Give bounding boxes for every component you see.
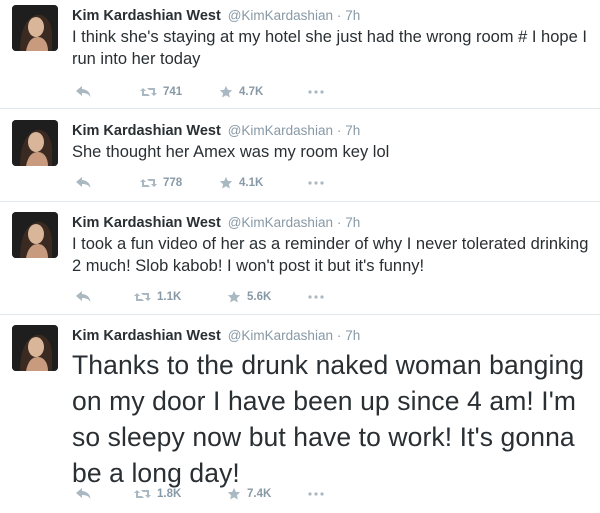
- star-icon: [219, 176, 233, 189]
- retweet-icon: [140, 179, 157, 187]
- tweet-text: She thought her Amex was my room key lol: [72, 143, 390, 161]
- more-button[interactable]: [308, 288, 324, 306]
- reply-icon: [76, 291, 91, 302]
- retweet-count: 1.8K: [157, 488, 182, 500]
- avatar[interactable]: [12, 5, 58, 51]
- separator: ·: [336, 123, 342, 138]
- tweet-text: Thanks to the drunk naked woman banging …: [72, 350, 585, 488]
- author-name[interactable]: Kim Kardashian West: [72, 8, 221, 24]
- author-handle[interactable]: @KimKardashian: [228, 215, 333, 230]
- favorite-button[interactable]: 4.1K: [219, 174, 263, 192]
- tweet-actions: 1.8K 7.4K: [72, 485, 372, 503]
- timestamp[interactable]: 7h: [345, 8, 360, 23]
- timestamp[interactable]: 7h: [345, 328, 360, 343]
- author-handle[interactable]: @KimKardashian: [228, 123, 333, 138]
- favorite-count: 4.7K: [239, 86, 264, 98]
- favorite-count: 4.1K: [239, 177, 264, 189]
- reply-button[interactable]: [76, 174, 91, 192]
- timestamp[interactable]: 7h: [345, 123, 360, 138]
- tweet-timeline: Kim Kardashian West @KimKardashian · 7h …: [0, 0, 600, 513]
- more-dots-icon: [308, 181, 324, 185]
- reply-icon: [76, 177, 91, 188]
- reply-button[interactable]: [76, 288, 91, 306]
- author-handle[interactable]: @KimKardashian: [228, 328, 333, 343]
- retweet-button[interactable]: 778: [140, 174, 182, 192]
- author-name[interactable]: Kim Kardashian West: [72, 215, 221, 231]
- favorite-count: 7.4K: [247, 488, 272, 500]
- timestamp[interactable]: 7h: [345, 215, 360, 230]
- favorite-button[interactable]: 4.7K: [219, 83, 263, 101]
- favorite-button[interactable]: 7.4K: [227, 485, 271, 503]
- tweet-actions: 1.1K 5.6K: [72, 288, 372, 306]
- retweet-icon: [134, 490, 151, 498]
- retweet-count: 1.1K: [157, 291, 182, 303]
- star-icon: [227, 290, 241, 303]
- tweet-actions: 778 4.1K: [72, 174, 372, 192]
- tweet[interactable]: Kim Kardashian West @KimKardashian · 7h …: [0, 315, 600, 513]
- more-button[interactable]: [308, 174, 324, 192]
- separator: ·: [336, 8, 342, 23]
- retweet-count: 741: [163, 86, 183, 98]
- retweet-icon: [140, 88, 157, 96]
- tweet-header: Kim Kardashian West @KimKardashian · 7h: [72, 325, 590, 345]
- more-button[interactable]: [308, 83, 324, 101]
- separator: ·: [336, 215, 342, 230]
- separator: ·: [336, 328, 342, 343]
- star-icon: [219, 85, 233, 98]
- tweet-header: Kim Kardashian West @KimKardashian · 7h: [72, 120, 590, 140]
- tweet[interactable]: Kim Kardashian West @KimKardashian · 7h …: [0, 0, 600, 108]
- avatar[interactable]: [12, 120, 58, 166]
- reply-icon: [76, 488, 91, 499]
- retweet-button[interactable]: 741: [140, 83, 182, 101]
- star-icon: [227, 487, 241, 500]
- tweet-header: Kim Kardashian West @KimKardashian · 7h: [72, 212, 590, 232]
- tweet[interactable]: Kim Kardashian West @KimKardashian · 7h …: [0, 202, 600, 314]
- reply-button[interactable]: [76, 83, 91, 101]
- tweet-text: I think she's staying at my hotel she ju…: [72, 28, 587, 68]
- retweet-button[interactable]: 1.1K: [134, 288, 181, 306]
- tweet-header: Kim Kardashian West @KimKardashian · 7h: [72, 5, 590, 25]
- tweet-text: I took a fun video of her as a reminder …: [72, 235, 589, 275]
- more-dots-icon: [308, 90, 324, 94]
- avatar[interactable]: [12, 212, 58, 258]
- author-name[interactable]: Kim Kardashian West: [72, 328, 221, 344]
- favorite-count: 5.6K: [247, 291, 272, 303]
- more-dots-icon: [308, 295, 324, 299]
- retweet-button[interactable]: 1.8K: [134, 485, 181, 503]
- more-dots-icon: [308, 492, 324, 496]
- retweet-icon: [134, 293, 151, 301]
- tweet-actions: 741 4.7K: [72, 83, 372, 101]
- reply-icon: [76, 86, 91, 97]
- reply-button[interactable]: [76, 485, 91, 503]
- more-button[interactable]: [308, 485, 324, 503]
- retweet-count: 778: [163, 177, 183, 189]
- author-name[interactable]: Kim Kardashian West: [72, 123, 221, 139]
- author-handle[interactable]: @KimKardashian: [228, 8, 333, 23]
- favorite-button[interactable]: 5.6K: [227, 288, 271, 306]
- tweet[interactable]: Kim Kardashian West @KimKardashian · 7h …: [0, 109, 600, 208]
- avatar[interactable]: [12, 325, 58, 371]
